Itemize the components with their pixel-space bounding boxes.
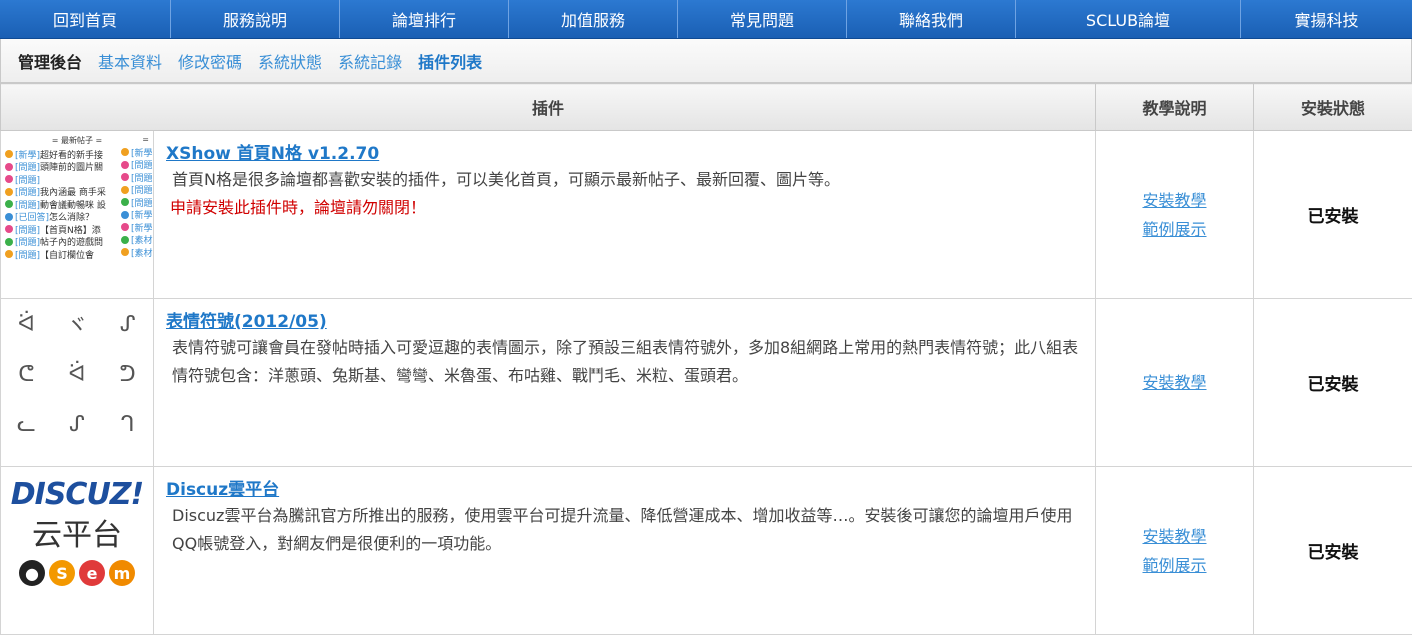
status-dot-icon xyxy=(121,198,129,206)
plugin-title-link[interactable]: XShow 首頁N格 v1.2.70 xyxy=(166,144,379,164)
qq-penguin-icon: ● xyxy=(19,560,45,586)
emoticon-icon: ᓚ xyxy=(17,412,36,437)
plugin-description-cell: 表情符號(2012/05) 表情符號可讓會員在發帖時插入可愛逗趣的表情圖示，除了… xyxy=(154,299,1096,467)
status-dot-icon xyxy=(121,186,129,194)
table-row: ᐛ ヾ ᔑ ᕦ ᐛ ᕤ ᓚ ᔑ ᒉ 表情符號(2012/05) 表情符號可讓會員… xyxy=(1,299,1412,467)
status-dot-icon xyxy=(121,161,129,169)
subnav-change-password[interactable]: 修改密碼 xyxy=(178,49,242,73)
status-dot-icon xyxy=(5,163,13,171)
plugin-title-link[interactable]: Discuz雲平台 xyxy=(166,480,279,500)
subnav-current: 管理後台 xyxy=(18,49,82,73)
m-icon: m xyxy=(109,560,135,586)
demo-link[interactable]: 範例展示 xyxy=(1097,551,1252,580)
tutorial-cell: 安裝教學 範例展示 xyxy=(1096,467,1254,635)
preview-item: [素材 xyxy=(117,246,153,259)
nav-home[interactable]: 回到首頁 xyxy=(0,0,171,38)
subnav-basic-info[interactable]: 基本資料 xyxy=(98,49,162,73)
status-dot-icon xyxy=(121,248,129,256)
plugin-thumbnail: DISCUZ! 云平台 ● S e m xyxy=(1,467,154,635)
emoticon-icon: ᒉ xyxy=(121,412,135,437)
status-dot-icon xyxy=(5,150,13,158)
status-dot-icon xyxy=(121,173,129,181)
plugin-description: Discuz雲平台為騰訊官方所推出的服務，使用雲平台可提升流量、降低營運成本、增… xyxy=(166,502,1083,558)
nav-contact[interactable]: 聯絡我們 xyxy=(847,0,1016,38)
header-tutorial: 教學說明 xyxy=(1096,84,1254,131)
status-dot-icon xyxy=(5,225,13,233)
preview-item: [問題 xyxy=(117,159,153,172)
status-dot-icon xyxy=(5,250,13,258)
plugin-table: 插件 教學說明 安裝狀態 = 最新帖子 = [新學]超好看的新手接 [問題]頭陣… xyxy=(0,83,1412,635)
emoticon-icon: ᔑ xyxy=(120,312,136,337)
discuz-cloud-logo: DISCUZ! 云平台 ● S e m xyxy=(1,467,153,618)
plugin-thumbnail: = 最新帖子 = [新學]超好看的新手接 [問題]頭陣前的圖片關 [問題] [問… xyxy=(1,131,154,299)
status-dot-icon xyxy=(5,238,13,246)
table-row: = 最新帖子 = [新學]超好看的新手接 [問題]頭陣前的圖片關 [問題] [問… xyxy=(1,131,1412,299)
status-dot-icon xyxy=(5,175,13,183)
status-dot-icon xyxy=(121,148,129,156)
plugin-description: 首頁N格是很多論壇都喜歡安裝的插件，可以美化首頁，可顯示最新帖子、最新回覆、圖片… xyxy=(166,166,1083,194)
nav-ranking[interactable]: 論壇排行 xyxy=(340,0,509,38)
preview-heading-2: = xyxy=(117,131,153,146)
sub-nav: 管理後台 基本資料 修改密碼 系統狀態 系統記錄 插件列表 xyxy=(0,39,1412,83)
emoticon-icon: ᐛ xyxy=(18,312,35,337)
nav-faq[interactable]: 常見問題 xyxy=(678,0,847,38)
subnav-system-log[interactable]: 系統記錄 xyxy=(338,49,402,73)
install-tutorial-link[interactable]: 安裝教學 xyxy=(1097,186,1252,215)
demo-link[interactable]: 範例展示 xyxy=(1097,215,1252,244)
subnav-system-status[interactable]: 系統狀態 xyxy=(258,49,322,73)
plugin-description-cell: XShow 首頁N格 v1.2.70 首頁N格是很多論壇都喜歡安裝的插件，可以美… xyxy=(154,131,1096,299)
table-header-row: 插件 教學說明 安裝狀態 xyxy=(1,84,1412,131)
emoticon-icon: ᕦ xyxy=(18,362,34,387)
emoticon-icon: ᐛ xyxy=(69,362,86,387)
preview-item: [問題 xyxy=(117,196,153,209)
install-status: 已安裝 xyxy=(1254,299,1412,467)
tutorial-cell: 安裝教學 xyxy=(1096,299,1254,467)
plugin-warning: 申請安裝此插件時，論壇請勿關閉！ xyxy=(166,194,1083,222)
plugin-description-cell: Discuz雲平台 Discuz雲平台為騰訊官方所推出的服務，使用雲平台可提升流… xyxy=(154,467,1096,635)
install-tutorial-link[interactable]: 安裝教學 xyxy=(1097,368,1252,397)
status-dot-icon xyxy=(121,211,129,219)
preview-item: [問題 xyxy=(117,171,153,184)
emoticon-icon: ᔑ xyxy=(69,412,85,437)
status-dot-icon xyxy=(5,200,13,208)
s-icon: S xyxy=(49,560,75,586)
header-status: 安裝狀態 xyxy=(1254,84,1412,131)
install-status: 已安裝 xyxy=(1254,467,1412,635)
nav-service[interactable]: 服務說明 xyxy=(171,0,340,38)
cloud-platform-text: 云平台 xyxy=(1,510,153,554)
preview-item: [素材 xyxy=(117,234,153,247)
tutorial-cell: 安裝教學 範例展示 xyxy=(1096,131,1254,299)
status-dot-icon xyxy=(121,223,129,231)
emoticon-icon: ᕤ xyxy=(120,362,136,387)
emoticon-icon: ヾ xyxy=(66,308,88,340)
preview-item: [新學 xyxy=(117,146,153,159)
xshow-preview-image: = 最新帖子 = [新學]超好看的新手接 [問題]頭陣前的圖片關 [問題] [問… xyxy=(1,131,153,282)
install-tutorial-link[interactable]: 安裝教學 xyxy=(1097,522,1252,551)
header-plugin: 插件 xyxy=(1,84,1096,131)
subnav-plugin-list[interactable]: 插件列表 xyxy=(418,49,482,73)
preview-item: [新學 xyxy=(117,209,153,222)
install-status: 已安裝 xyxy=(1254,131,1412,299)
status-dot-icon xyxy=(5,188,13,196)
top-nav: 回到首頁 服務說明 論壇排行 加值服務 常見問題 聯絡我們 SCLUB論壇 實揚… xyxy=(0,0,1412,39)
preview-item: [新學 xyxy=(117,221,153,234)
plugin-title-link[interactable]: 表情符號(2012/05) xyxy=(166,312,327,332)
status-dot-icon xyxy=(121,236,129,244)
emoticon-preview-image: ᐛ ヾ ᔑ ᕦ ᐛ ᕤ ᓚ ᔑ ᒉ xyxy=(1,299,153,450)
discuz-logo-text: DISCUZ! xyxy=(1,467,153,512)
preview-item: [問題 xyxy=(117,184,153,197)
plugin-description: 表情符號可讓會員在發帖時插入可愛逗趣的表情圖示，除了預設三組表情符號外，多加8組… xyxy=(166,334,1083,390)
preview-second-column: = [新學 [問題 [問題 [問題 [問題 [新學 [新學 [素材 [素材 xyxy=(117,131,153,259)
e-icon: e xyxy=(79,560,105,586)
status-dot-icon xyxy=(5,213,13,221)
nav-company[interactable]: 實揚科技 xyxy=(1241,0,1412,38)
nav-value-added[interactable]: 加值服務 xyxy=(509,0,678,38)
table-row: DISCUZ! 云平台 ● S e m Discuz雲平台 Discuz雲平台為… xyxy=(1,467,1412,635)
plugin-thumbnail: ᐛ ヾ ᔑ ᕦ ᐛ ᕤ ᓚ ᔑ ᒉ xyxy=(1,299,154,467)
nav-sclub-forum[interactable]: SCLUB論壇 xyxy=(1016,0,1241,38)
service-icons: ● S e m xyxy=(1,560,153,586)
